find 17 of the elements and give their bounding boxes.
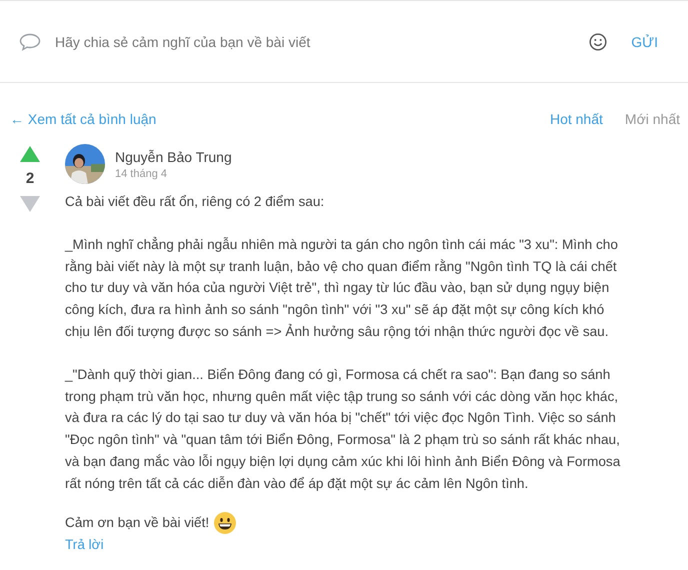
- comment-date: 14 tháng 4: [115, 168, 168, 180]
- author-name[interactable]: Nguyễn Bảo Trung: [115, 148, 232, 164]
- closing-text: Cảm ơn bạn về bài viết!: [65, 515, 210, 530]
- send-button[interactable]: GỬI: [617, 34, 658, 50]
- sort-tab[interactable]: Hot nhất: [550, 111, 603, 127]
- sort-tab[interactable]: Mới nhất: [624, 111, 680, 127]
- view-all-comments-link[interactable]: ← Xem tất cả bình luận: [10, 111, 156, 127]
- downvote-icon[interactable]: [20, 196, 40, 212]
- comment-paragraph: Cả bài viết đều rất ổn, riêng có 2 điểm sau:: [65, 193, 326, 211]
- comment-paragraph: _"Dành quỹ thời gian... Biển Đông đang có gì, Formosa cá chết ra sao": Bạn đang so sánh trong phạm trù văn học, nhưng quên mất việc tập trung so sánh với các dòng văn học khác, và đưa ra các lý do tại sao tư duy và văn hóa bị "chết" tới việc đọc Ngôn Tình. Việc so sánh "Đọc ngôn tình" và "quan tâm tới Biển Đông, Formosa" là 2 phạm trù so sánh rất khác nhau, và bạn đang mắc vào lỗi ngụy biện lợi dụng cảm xúc khi lôi hình ảnh Biển Đông và Formosa rất nóng trên tất cả các diễn đàn vào để áp đặt một sự ác cảm lên Ngôn tình.: [65, 366, 622, 493]
- vote-count: 2: [26, 169, 34, 189]
- grinning-face-icon: [214, 512, 236, 534]
- smiley-icon[interactable]: [589, 32, 608, 50]
- comment-paragraph: _Mình nghĩ chẳng phải ngẫu nhiên mà người ta gán cho ngôn tình cái mác "3 xu": Mình cho rằng bài viết này là một sự tranh luận, bảo vệ cho quan điểm rằng "Ngôn tình TQ là cái chết cho tư duy và văn hóa của người Việt trẻ", thì ngay từ lúc đầu vào, bạn sử dụng ngụy biện công kích, đưa ra hình ảnh so sánh "ngôn tình" với "3 xu" sẽ áp đặt một sự công kích khó chịu lên đối tượng được so sánh => Ảnh hưởng sâu rộng tới nhận thức người đọc về sau.: [65, 236, 619, 341]
- speech-bubble-icon: [19, 32, 41, 50]
- upvote-icon[interactable]: [20, 146, 40, 162]
- reply-link[interactable]: Trả lời: [65, 536, 104, 552]
